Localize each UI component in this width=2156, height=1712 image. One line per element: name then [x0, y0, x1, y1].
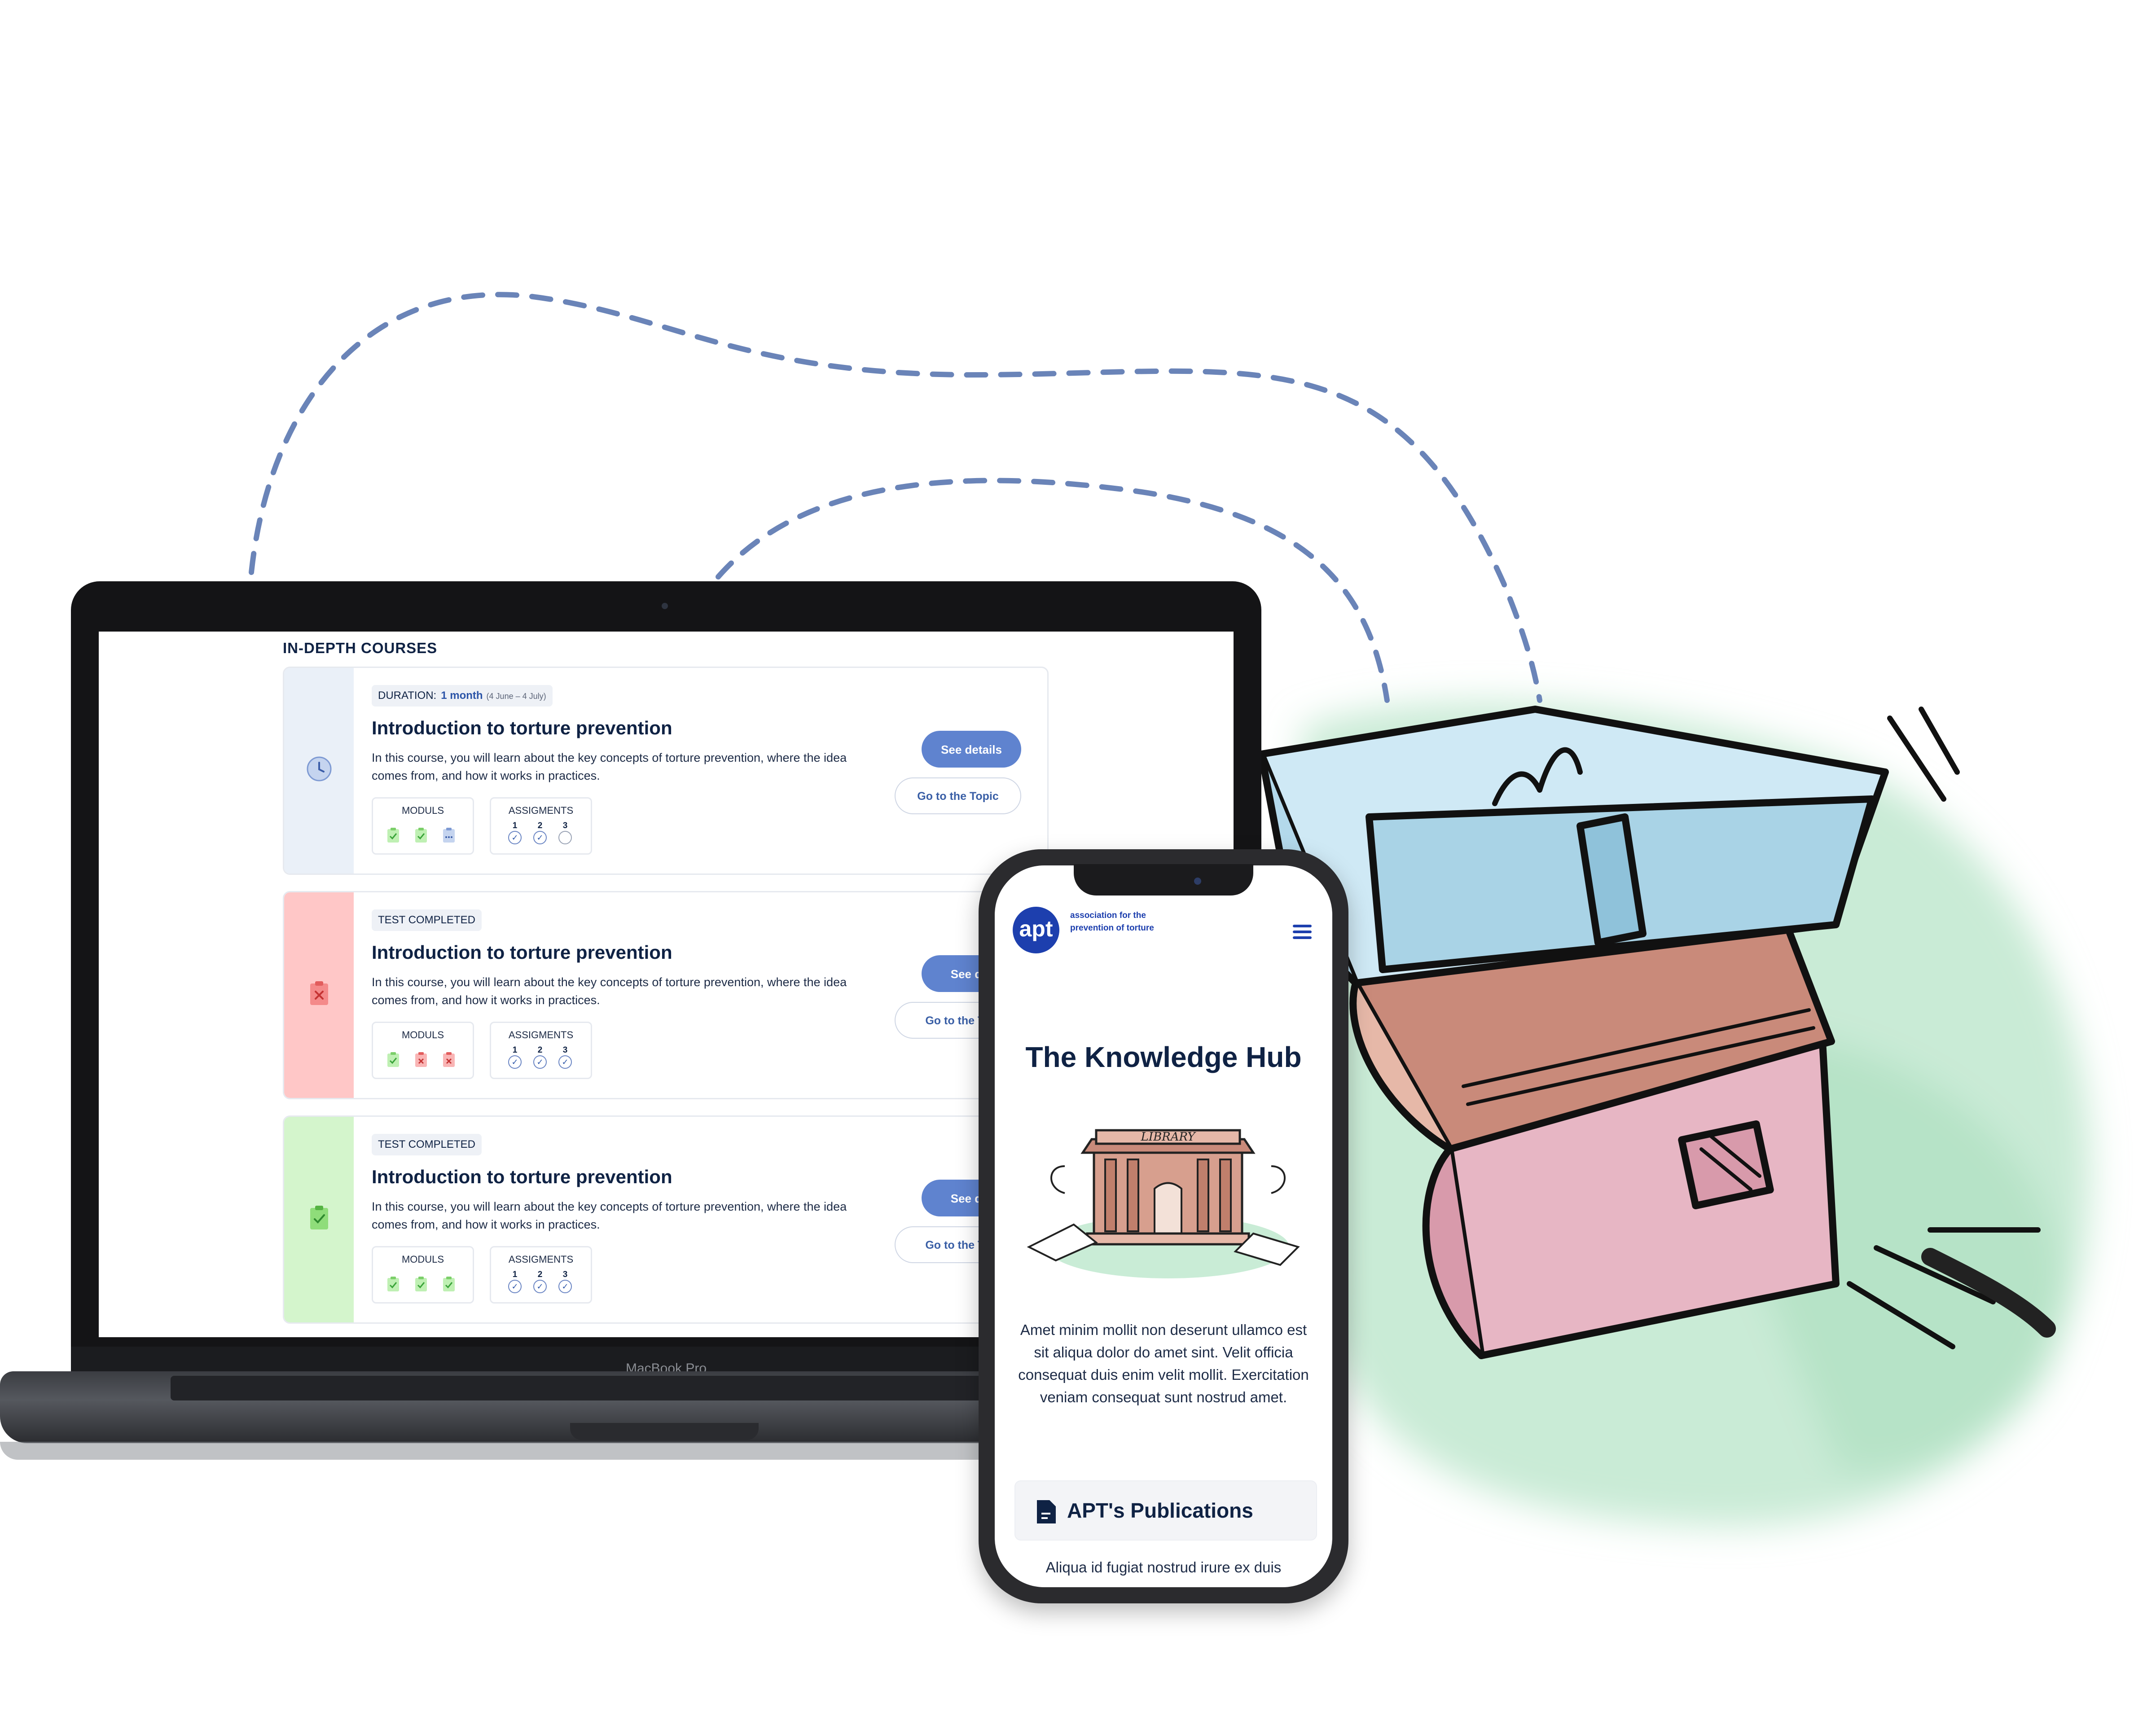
- publications-subtext: Aliqua id fugiat nostrud irure ex duis: [1045, 1559, 1282, 1576]
- publications-card[interactable]: APT's Publications: [1014, 1480, 1317, 1541]
- check-icon: ✓: [558, 1280, 572, 1293]
- check-icon: ✓: [558, 1055, 572, 1069]
- assignments-label: ASSIGMENTS: [508, 1254, 574, 1265]
- course-description: In this course, you will learn about the…: [372, 751, 847, 782]
- library-sign-text: LIBRARY: [1141, 1130, 1197, 1144]
- assignment-item: 3: [558, 821, 572, 844]
- phone-notch: [1074, 864, 1253, 896]
- assignment-number: 2: [537, 821, 543, 830]
- assignment-item: 1 ✓: [508, 1270, 522, 1293]
- duration-pill: DURATION: 1 month (4 June – 4 July): [372, 685, 553, 707]
- course-title: Introduction to torture prevention: [372, 717, 672, 738]
- assignment-number: 2: [537, 1270, 543, 1279]
- modules-box: MODULS: [372, 797, 474, 855]
- clipboard-failed-icon: [310, 981, 328, 1005]
- phone-screen: apt association for the prevention of to…: [995, 865, 1332, 1587]
- course-title: Introduction to torture prevention: [372, 942, 672, 963]
- module-done-icon: [443, 1277, 455, 1291]
- modules-label: MODULS: [401, 1029, 444, 1040]
- status-pill: TEST COMPLETED: [372, 1134, 482, 1155]
- module-done-icon: [415, 1277, 427, 1291]
- course-description: In this course, you will learn about the…: [372, 975, 847, 1007]
- phone-camera: [1194, 878, 1201, 885]
- course-card: DURATION: 1 month (4 June – 4 July) Introd…: [283, 667, 1049, 875]
- go-to-topic-button[interactable]: Go to the Topic: [895, 777, 1021, 814]
- duration-dates: (4 June – 4 July): [486, 692, 546, 701]
- course-card: TEST COMPLETED Introduction to torture p…: [283, 1115, 1049, 1324]
- assignment-number: 1: [512, 821, 518, 830]
- assignments-box: ASSIGMENTS 1 ✓ 2 ✓ 3: [490, 797, 592, 855]
- assignment-number: 1: [512, 1045, 518, 1055]
- modules-label: MODULS: [401, 1254, 444, 1265]
- assignment-number: 3: [562, 1270, 568, 1279]
- apt-logo[interactable]: apt: [1013, 907, 1059, 953]
- course-description: In this course, you will learn about the…: [372, 1200, 847, 1231]
- assignment-number: 3: [562, 1045, 568, 1055]
- empty-circle-icon: [558, 831, 572, 844]
- check-icon: ✓: [533, 831, 547, 844]
- section-title: IN-DEPTH COURSES: [283, 640, 438, 656]
- hub-description: Amet minim mollit non deserunt ullamco e…: [1018, 1321, 1309, 1405]
- course-title: Introduction to torture prevention: [372, 1166, 672, 1187]
- hamburger-icon[interactable]: [1292, 923, 1313, 941]
- check-icon: ✓: [508, 1055, 522, 1069]
- check-icon: ✓: [533, 1280, 547, 1293]
- duration-label: DURATION:: [378, 689, 437, 702]
- assignment-number: 1: [512, 1270, 518, 1279]
- see-details-button[interactable]: See details: [922, 731, 1021, 768]
- assignment-item: 2 ✓: [533, 821, 547, 844]
- clipboard-passed-icon: [310, 1206, 328, 1229]
- modules-label: MODULS: [401, 805, 444, 816]
- module-done-icon: [387, 828, 399, 843]
- module-done-icon: [387, 1277, 399, 1291]
- clock-icon: [307, 756, 332, 781]
- assignment-item: 3 ✓: [558, 1270, 572, 1293]
- assignments-label: ASSIGMENTS: [508, 805, 574, 816]
- assignment-item: 3 ✓: [558, 1045, 572, 1069]
- assignment-item: 1 ✓: [508, 821, 522, 844]
- assignments-label: ASSIGMENTS: [508, 1029, 574, 1040]
- publications-title: APT's Publications: [1067, 1499, 1253, 1522]
- hub-title: The Knowledge Hub: [1025, 1041, 1302, 1073]
- course-card: TEST COMPLETED Introduction to torture p…: [283, 891, 1049, 1099]
- assignment-item: 1 ✓: [508, 1045, 522, 1069]
- apt-tagline: association for the prevention of tortur…: [1070, 911, 1154, 933]
- check-icon: ✓: [508, 1280, 522, 1293]
- document-icon: [1037, 1500, 1056, 1523]
- assignment-item: 2 ✓: [533, 1270, 547, 1293]
- check-icon: ✓: [533, 1055, 547, 1069]
- library-illustration: LIBRARY: [1027, 1129, 1300, 1278]
- modules-box: MODULS: [372, 1022, 474, 1079]
- module-failed-icon: [415, 1052, 427, 1067]
- status-pill: TEST COMPLETED: [372, 909, 482, 931]
- duration-value: 1 month: [441, 689, 483, 702]
- laptop-camera: [662, 603, 668, 609]
- assignments-box: ASSIGMENTS 1 ✓ 2 ✓ 3 ✓: [490, 1246, 592, 1304]
- check-icon: ✓: [508, 831, 522, 844]
- modules-box: MODULS: [372, 1246, 474, 1304]
- module-done-icon: [387, 1052, 399, 1067]
- module-pending-icon: [443, 828, 455, 843]
- laptop-hinge: [570, 1423, 759, 1440]
- status-strip-failed: [284, 892, 354, 1098]
- module-failed-icon: [443, 1052, 455, 1067]
- assignment-item: 2 ✓: [533, 1045, 547, 1069]
- assignments-box: ASSIGMENTS 1 ✓ 2 ✓ 3 ✓: [490, 1022, 592, 1079]
- status-strip-in-progress: [284, 668, 354, 874]
- module-done-icon: [415, 828, 427, 843]
- status-strip-passed: [284, 1117, 354, 1322]
- assignment-number: 3: [562, 821, 568, 830]
- assignment-number: 2: [537, 1045, 543, 1055]
